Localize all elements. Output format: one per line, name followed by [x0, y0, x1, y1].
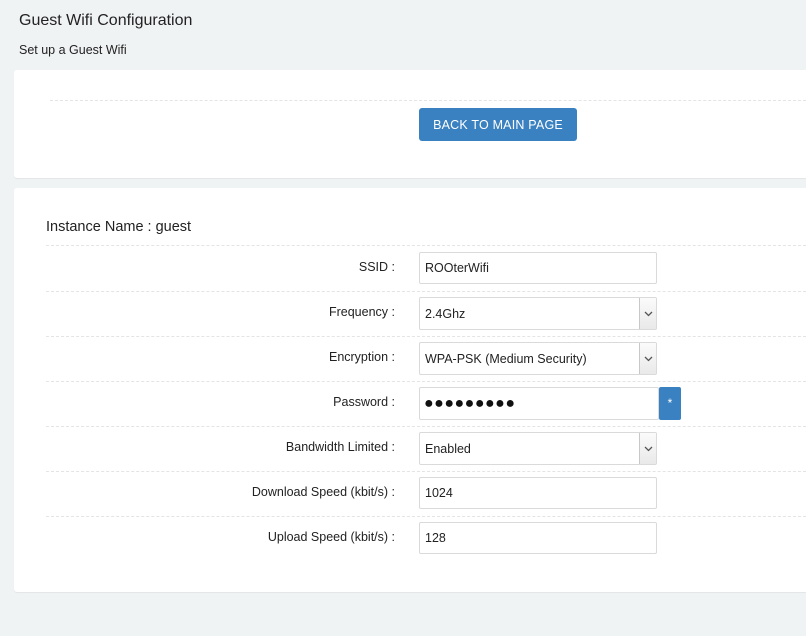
chevron-down-icon[interactable]: [639, 343, 656, 374]
divider: [50, 100, 806, 101]
chevron-down-icon[interactable]: [639, 433, 656, 464]
back-to-main-page-button[interactable]: BACK TO MAIN PAGE: [419, 108, 577, 141]
bandwidth-limited-select[interactable]: Enabled: [419, 432, 657, 465]
divider: [46, 426, 806, 427]
password-label: Password :: [333, 395, 395, 409]
encryption-row: Encryption : WPA-PSK (Medium Security): [14, 342, 806, 377]
reveal-password-button[interactable]: *: [659, 387, 681, 420]
top-panel: BACK TO MAIN PAGE: [14, 70, 806, 178]
divider: [46, 245, 806, 246]
frequency-row: Frequency : 2.4Ghz: [14, 297, 806, 332]
password-input[interactable]: ●●●●●●●●●: [419, 387, 659, 420]
ssid-input[interactable]: [419, 252, 657, 284]
download-speed-input[interactable]: [419, 477, 657, 509]
download-speed-label: Download Speed (kbit/s) :: [251, 485, 395, 499]
ssid-label: SSID :: [358, 260, 395, 274]
download-speed-row: Download Speed (kbit/s) :: [14, 477, 806, 512]
page-subtitle: Set up a Guest Wifi: [19, 43, 127, 57]
chevron-down-icon[interactable]: [639, 298, 656, 329]
divider: [46, 291, 806, 292]
divider: [46, 471, 806, 472]
divider: [46, 381, 806, 382]
instance-name-heading: Instance Name : guest: [46, 219, 192, 235]
ssid-row: SSID :: [14, 252, 806, 287]
encryption-select[interactable]: WPA-PSK (Medium Security): [419, 342, 657, 375]
frequency-selected-value: 2.4Ghz: [425, 307, 466, 321]
upload-speed-input[interactable]: [419, 522, 657, 554]
password-masked-value: ●●●●●●●●●: [424, 395, 516, 412]
bandwidth-limited-row: Bandwidth Limited : Enabled: [14, 432, 806, 467]
encryption-label: Encryption :: [328, 350, 395, 364]
password-row: Password : ●●●●●●●●● *: [14, 387, 806, 422]
bandwidth-limited-label: Bandwidth Limited :: [285, 440, 395, 454]
bandwidth-limited-selected-value: Enabled: [425, 442, 471, 456]
upload-speed-label: Upload Speed (kbit/s) :: [267, 530, 395, 544]
divider: [46, 336, 806, 337]
page-title: Guest Wifi Configuration: [19, 12, 193, 29]
frequency-select[interactable]: 2.4Ghz: [419, 297, 657, 330]
encryption-selected-value: WPA-PSK (Medium Security): [425, 352, 587, 366]
frequency-label: Frequency :: [328, 305, 395, 319]
upload-speed-row: Upload Speed (kbit/s) :: [14, 522, 806, 557]
guest-wifi-form-panel: Instance Name : guest SSID : Frequency :…: [14, 188, 806, 592]
divider: [46, 516, 806, 517]
